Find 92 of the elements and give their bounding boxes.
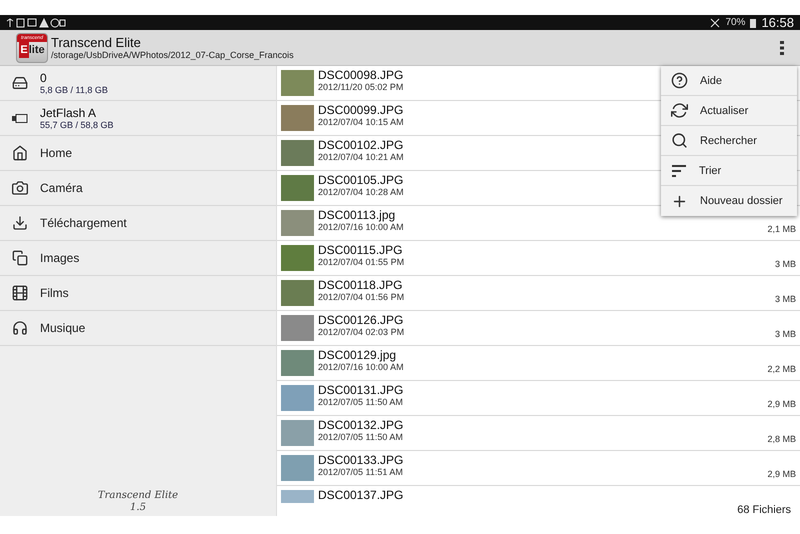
file-date: 2012/07/05 11:51 AM [318,467,403,477]
sidebar-item[interactable]: Caméra [0,171,276,206]
photo-placeholder [281,140,314,166]
storage-name: 0 [40,71,48,85]
overflow-menu-icon[interactable] [780,40,784,54]
camera-icon [12,180,28,196]
file-size: 3 MB [774,329,796,339]
file-row[interactable]: DSC00133.JPG 2012/07/05 11:51 AM 2,9 MB [277,451,800,486]
file-name: DSC00099.JPG [318,103,404,117]
file-name: DSC00137.JPG [318,488,404,502]
file-row[interactable]: DSC00126.JPG 2012/07/04 02:03 PM 3 MB [277,311,800,346]
refresh-icon [671,102,688,119]
sidebar-item[interactable]: Films [0,276,276,311]
app-version: 1.5 [130,502,146,514]
file-name: DSC00129.jpg [318,348,396,362]
sort-icon [671,164,687,178]
file-name: DSC00115.JPG [318,243,402,257]
photo-placeholder [281,175,314,201]
file-size: 3 MB [774,259,796,269]
file-name: DSC00098.JPG [318,68,404,82]
sidebar-item[interactable]: Téléchargement [0,206,276,241]
images-icon [12,250,28,266]
storage-name: JetFlash A [40,106,98,120]
file-size: 2,9 MB [767,469,796,479]
sidebar-item[interactable]: Home [0,136,276,171]
download-icon [12,215,28,231]
folder-path: /storage/UsbDriveA/WPhotos/2012_07-Cap_Corse_Francois [51,50,295,60]
file-row[interactable]: DSC00132.JPG 2012/07/05 11:50 AM 2,8 MB [277,416,800,451]
file-date: 2012/07/16 10:00 AM [318,362,404,372]
file-name: DSC00102.JPG [318,138,404,152]
battery-percentage: 70% [725,17,746,28]
file-date: 2012/07/16 10:00 AM [318,222,404,232]
file-date: 2012/11/20 05:02 PM [318,82,404,92]
photo-placeholder [281,105,314,131]
sidebar-item[interactable]: Musique [0,311,276,346]
app-name: Transcend Elite [98,490,178,502]
file-name: DSC00132.JPG [318,418,404,432]
file-date: 2012/07/04 02:03 PM [318,327,404,337]
storage-capacity: 5,8 GB / 11,8 GB [40,85,108,95]
menu-item[interactable]: Actualiser [661,96,797,126]
photo-placeholder [281,455,314,481]
battery-icon [750,18,756,28]
app-title: Transcend Elite [51,35,142,50]
file-date: 2012/07/04 10:28 AM [318,187,404,197]
file-size: 2,2 MB [767,364,796,374]
photo-placeholder [281,350,314,376]
file-name: DSC00126.JPG [318,313,404,327]
file-name: DSC00118.JPG [318,278,402,292]
menu-item[interactable]: Trier [661,156,797,186]
photo-placeholder [281,420,314,446]
file-size: 3 MB [774,294,796,304]
menu-item[interactable]: Aide [661,66,797,96]
file-row[interactable]: DSC00137.JPG [277,486,800,503]
search-icon [671,132,688,149]
file-name: DSC00131.JPG [318,383,404,397]
file-name: DSC00133.JPG [318,453,404,467]
file-row[interactable]: DSC00131.JPG 2012/07/05 11:50 AM 2,9 MB [277,381,800,416]
file-row[interactable]: DSC00129.jpg 2012/07/16 10:00 AM 2,2 MB [277,346,800,381]
films-icon [12,285,28,301]
file-date: 2012/07/04 01:55 PM [318,257,404,267]
menu-item[interactable]: Rechercher [661,126,797,156]
status-icons-drawing [6,18,66,28]
photo-placeholder [281,315,314,341]
music-icon [12,320,28,336]
storage-capacity: 55,7 GB / 58,8 GB [40,120,114,130]
file-size: 2,9 MB [767,399,796,409]
photo-placeholder [281,385,314,411]
help-icon [671,72,688,89]
file-count: 68 Fichiers [737,504,791,516]
drive-icon [12,75,28,91]
sidebar-item[interactable]: Images [0,241,276,276]
file-date: 2012/07/04 01:56 PM [318,292,404,302]
file-size: 2,8 MB [767,434,796,444]
storage-item[interactable]: JetFlash A 55,7 GB / 58,8 GB [0,101,276,136]
file-date: 2012/07/05 11:50 AM [318,397,403,407]
usb-drive-icon [12,114,28,122]
file-row[interactable]: DSC00118.JPG 2012/07/04 01:56 PM 3 MB [277,276,800,311]
signal-icon [710,18,720,28]
photo-placeholder [281,245,314,271]
file-name: DSC00113.jpg [318,208,396,222]
storage-item[interactable]: 0 5,8 GB / 11,8 GB [0,66,276,101]
file-row[interactable]: DSC00115.JPG 2012/07/04 01:55 PM 3 MB [277,241,800,276]
photo-placeholder [281,210,314,236]
file-size: 2,1 MB [767,224,796,234]
home-icon [12,145,28,161]
file-date: 2012/07/04 10:21 AM [318,152,404,162]
file-date: 2012/07/04 10:15 AM [318,117,404,127]
file-date: 2012/07/05 11:50 AM [318,432,403,442]
clock: 16:58 [761,15,794,30]
file-name: DSC00105.JPG [318,173,404,187]
photo-placeholder [281,70,314,96]
photo-placeholder [281,280,314,306]
